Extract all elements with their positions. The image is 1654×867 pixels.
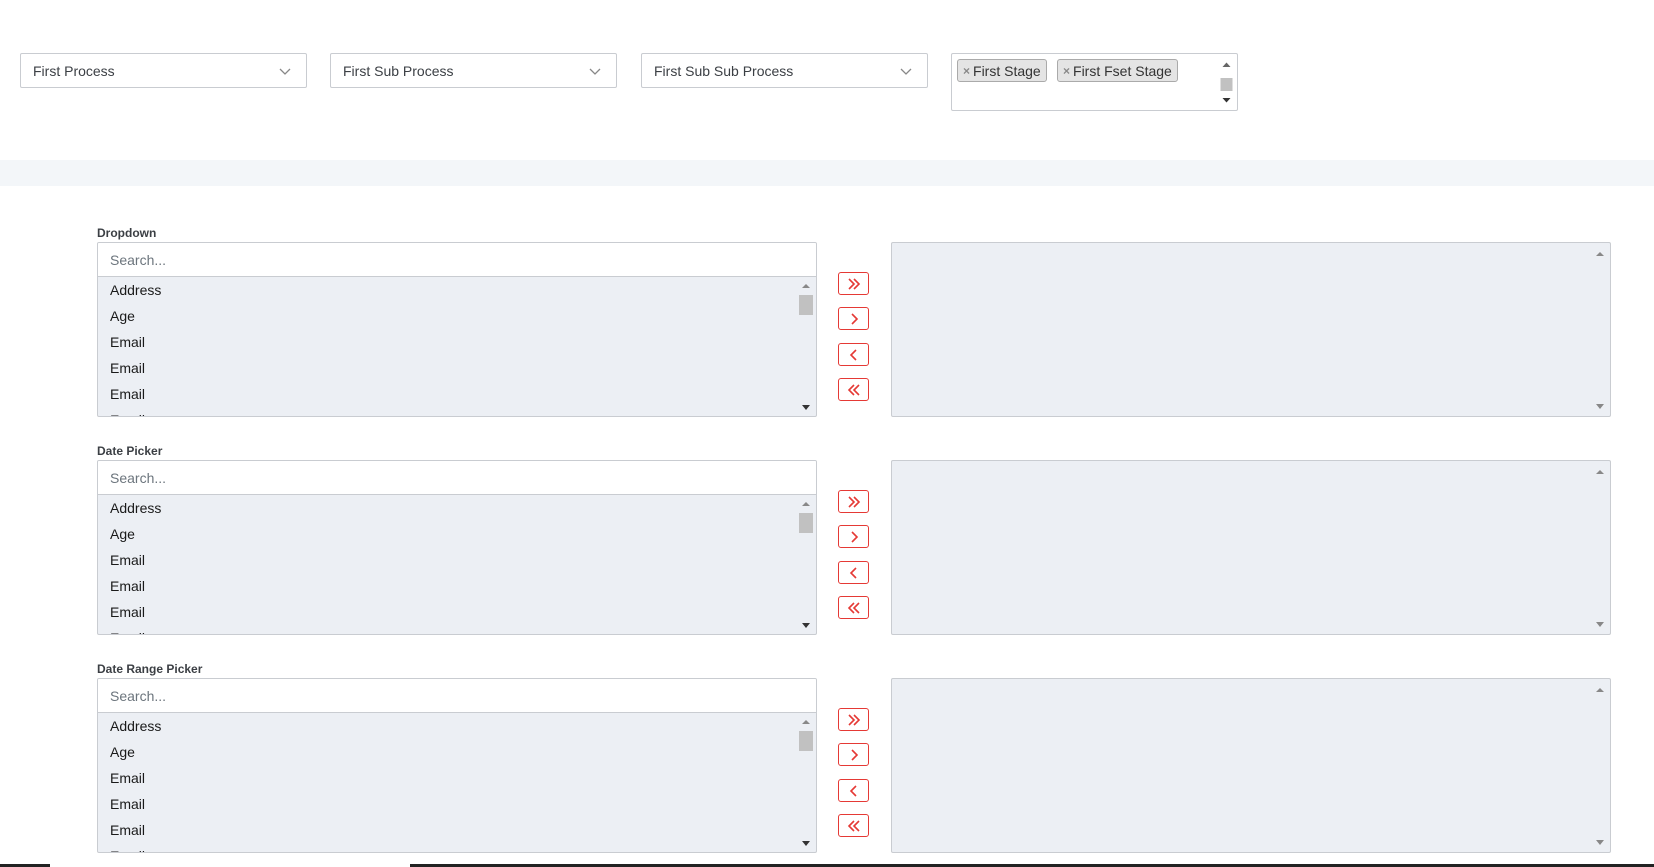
- move-all-left-button[interactable]: [838, 814, 869, 837]
- list-item[interactable]: Email: [98, 573, 798, 599]
- move-right-button[interactable]: [838, 743, 869, 766]
- dual-list-date-range-picker: Date Range Picker Address Age Email Emai…: [0, 662, 1654, 867]
- chevron-right-icon: [850, 530, 858, 543]
- scrollbar[interactable]: [1592, 683, 1608, 849]
- list-item[interactable]: Age: [98, 521, 798, 547]
- remove-tag-icon[interactable]: ×: [963, 64, 970, 78]
- chevron-down-icon: [279, 68, 291, 75]
- double-chevron-right-icon: [847, 277, 860, 290]
- chevron-right-icon: [850, 748, 858, 761]
- chevron-down-icon: [589, 68, 601, 75]
- double-chevron-right-icon: [847, 713, 860, 726]
- sub-process-select-value: First Sub Process: [343, 62, 454, 79]
- stage-tag: × First Stage: [957, 59, 1047, 82]
- stage-tag-label: First Fset Stage: [1073, 62, 1172, 79]
- double-chevron-right-icon: [847, 495, 860, 508]
- move-left-button[interactable]: [838, 561, 869, 584]
- list-item[interactable]: Email: [98, 381, 798, 407]
- list-item[interactable]: Email: [98, 791, 798, 817]
- list-item[interactable]: Email: [98, 843, 798, 852]
- list-item[interactable]: Email: [98, 599, 798, 625]
- move-all-right-button[interactable]: [838, 272, 869, 295]
- list-item[interactable]: Email: [98, 329, 798, 355]
- move-all-right-button[interactable]: [838, 490, 869, 513]
- chevron-right-icon: [850, 312, 858, 325]
- list-item[interactable]: Email: [98, 355, 798, 381]
- double-chevron-left-icon: [847, 819, 860, 832]
- list-item[interactable]: Email: [98, 625, 798, 634]
- move-left-button[interactable]: [838, 343, 869, 366]
- list-item[interactable]: Email: [98, 407, 798, 416]
- list-item[interactable]: Age: [98, 739, 798, 765]
- list-item[interactable]: Email: [98, 817, 798, 843]
- scrollbar[interactable]: [1592, 247, 1608, 413]
- list-item[interactable]: Age: [98, 303, 798, 329]
- options-list: Address Age Email Email Email Email: [98, 713, 798, 852]
- list-item[interactable]: Address: [98, 495, 798, 521]
- double-chevron-left-icon: [847, 601, 860, 614]
- sub-sub-process-select[interactable]: First Sub Sub Process: [641, 53, 928, 88]
- stage-tag: × First Fset Stage: [1057, 59, 1178, 82]
- remove-tag-icon[interactable]: ×: [1063, 64, 1070, 78]
- move-all-left-button[interactable]: [838, 596, 869, 619]
- move-left-button[interactable]: [838, 779, 869, 802]
- sub-sub-process-select-value: First Sub Sub Process: [654, 62, 794, 79]
- dual-list-date-picker: Date Picker Address Age Email Email Emai…: [0, 444, 1654, 662]
- scrollbar[interactable]: [798, 497, 814, 633]
- chevron-left-icon: [849, 784, 857, 797]
- process-select[interactable]: First Process: [20, 53, 307, 88]
- move-right-button[interactable]: [838, 307, 869, 330]
- move-all-left-button[interactable]: [838, 378, 869, 401]
- chevron-down-icon: [900, 68, 912, 75]
- search-input[interactable]: [98, 243, 816, 277]
- scrollbar[interactable]: [1592, 465, 1608, 631]
- list-item[interactable]: Address: [98, 277, 798, 303]
- sub-process-select[interactable]: First Sub Process: [330, 53, 617, 88]
- move-all-right-button[interactable]: [838, 708, 869, 731]
- stage-multiselect[interactable]: × First Stage × First Fset Stage: [951, 53, 1238, 111]
- filter-bar: First Process First Sub Process First Su…: [0, 0, 1654, 160]
- divider-band: [0, 160, 1654, 186]
- search-input[interactable]: [98, 461, 816, 495]
- list-item[interactable]: Email: [98, 765, 798, 791]
- double-chevron-left-icon: [847, 383, 860, 396]
- available-fields-list: Address Age Email Email Email Email: [97, 460, 817, 635]
- scrollbar[interactable]: [798, 279, 814, 415]
- page: First Process First Sub Process First Su…: [0, 0, 1654, 867]
- section-label: Dropdown: [97, 226, 157, 240]
- selected-fields-list[interactable]: [891, 678, 1611, 853]
- move-right-button[interactable]: [838, 525, 869, 548]
- scrollbar[interactable]: [1219, 58, 1234, 108]
- search-input[interactable]: [98, 679, 816, 713]
- list-item[interactable]: Address: [98, 713, 798, 739]
- selected-fields-list[interactable]: [891, 460, 1611, 635]
- available-fields-list: Address Age Email Email Email Email: [97, 678, 817, 853]
- scrollbar[interactable]: [798, 715, 814, 851]
- list-item[interactable]: Email: [98, 547, 798, 573]
- chevron-left-icon: [849, 348, 857, 361]
- stage-tag-label: First Stage: [973, 62, 1041, 79]
- section-label: Date Range Picker: [97, 662, 203, 676]
- available-fields-list: Address Age Email Email Email Email: [97, 242, 817, 417]
- dual-list-dropdown: Dropdown Address Age Email Email Email E…: [0, 226, 1654, 444]
- options-list: Address Age Email Email Email Email: [98, 277, 798, 416]
- section-label: Date Picker: [97, 444, 163, 458]
- options-list: Address Age Email Email Email Email: [98, 495, 798, 634]
- selected-fields-list[interactable]: [891, 242, 1611, 417]
- process-select-value: First Process: [33, 62, 115, 79]
- chevron-left-icon: [849, 566, 857, 579]
